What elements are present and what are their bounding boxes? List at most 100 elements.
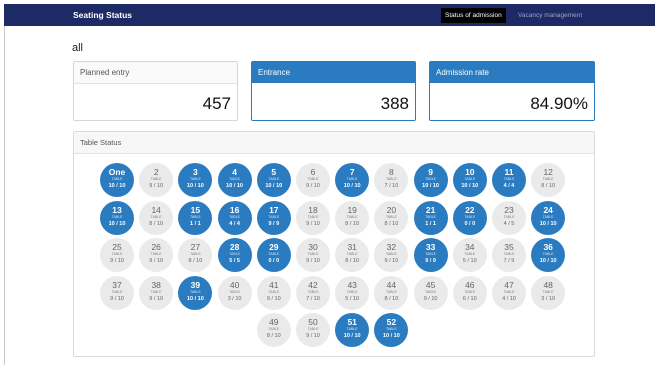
table-number: 26 (151, 242, 161, 252)
table-occupancy: 1 / 1 (190, 220, 201, 227)
table-number: 22 (465, 204, 475, 215)
table-seat[interactable]: 14 TABLE 8 / 10 (139, 200, 174, 235)
admission-rate-label: Admission rate (430, 62, 594, 83)
table-seat[interactable]: 22 TABLE 0 / 0 (452, 200, 487, 235)
table-occupancy: 10 / 10 (265, 183, 283, 189)
table-number: 30 (308, 242, 318, 252)
tab-vacancy-management[interactable]: Vacancy management (514, 8, 586, 23)
table-seat[interactable]: 41 TABLE 9 / 10 (256, 275, 291, 310)
table-occupancy: 9 / 10 (423, 295, 438, 302)
admission-rate-value: 84.90% (530, 94, 588, 113)
table-occupancy: 8 / 10 (384, 220, 399, 227)
table-seat[interactable]: 43 TABLE 5 / 10 (335, 275, 370, 310)
table-occupancy: 9 / 10 (149, 183, 164, 189)
table-number: 12 (543, 167, 553, 177)
table-seat[interactable]: 26 TABLE 9 / 10 (139, 238, 174, 272)
table-seat[interactable]: 37 TABLE 9 / 10 (100, 275, 134, 310)
table-tag: TABLE (307, 177, 319, 181)
table-occupancy: 9 / 10 (266, 295, 281, 302)
table-seat[interactable]: 2 TABLE 9 / 10 (139, 163, 174, 197)
table-seat[interactable]: 50 TABLE 9 / 10 (296, 313, 330, 347)
table-seat[interactable]: 21 TABLE 1 / 1 (413, 200, 448, 235)
table-number: 19 (347, 204, 357, 215)
table-occupancy: 9 / 10 (306, 183, 320, 189)
table-number: 2 (153, 167, 159, 177)
table-seat[interactable]: 9 TABLE 10 / 10 (413, 163, 448, 197)
table-number: 16 (229, 204, 240, 215)
table-seat[interactable]: 36 TABLE 10 / 10 (531, 238, 566, 272)
table-seat[interactable]: 33 TABLE 9 / 9 (413, 238, 448, 272)
table-tag: TABLE (503, 289, 515, 294)
table-seat[interactable]: 8 TABLE 7 / 10 (374, 163, 409, 197)
table-number: 52 (386, 317, 397, 327)
table-seat[interactable]: 39 TABLE 10 / 10 (178, 275, 213, 310)
table-seat[interactable]: 20 TABLE 8 / 10 (374, 200, 409, 235)
table-seat[interactable]: 13 TABLE 10 / 10 (100, 200, 134, 235)
table-number: 17 (269, 204, 279, 215)
table-seat[interactable]: 40 TABLE 3 / 10 (217, 275, 252, 310)
table-number: 21 (425, 204, 436, 215)
table-seat[interactable]: 44 TABLE 8 / 10 (374, 275, 409, 310)
table-tag: TABLE (385, 327, 397, 331)
table-seat[interactable]: 32 TABLE 9 / 10 (374, 238, 409, 272)
table-number: 18 (308, 204, 318, 215)
table-number: 36 (543, 242, 553, 252)
table-tag: TABLE (464, 289, 476, 294)
table-seat[interactable]: 49 TABLE 8 / 10 (256, 313, 291, 347)
table-occupancy: 10 / 10 (226, 183, 243, 189)
table-seat[interactable]: 28 TABLE 5 / 5 (217, 238, 252, 272)
table-seat[interactable]: 19 TABLE 8 / 10 (335, 200, 370, 235)
table-seat[interactable]: 31 TABLE 8 / 10 (335, 238, 370, 272)
table-seat[interactable]: 45 TABLE 9 / 10 (413, 275, 448, 310)
table-seat[interactable]: 6 TABLE 9 / 10 (296, 163, 330, 197)
table-seat[interactable]: 27 TABLE 8 / 10 (178, 238, 213, 272)
table-number: 41 (269, 279, 279, 290)
table-tag: TABLE (229, 177, 240, 181)
table-number: 43 (347, 279, 357, 290)
table-tag: TABLE (542, 252, 554, 256)
table-number: 10 (465, 167, 475, 177)
table-occupancy: 10 / 10 (343, 183, 361, 189)
table-occupancy: 9 / 10 (306, 220, 320, 227)
table-seat[interactable]: 15 TABLE 1 / 1 (178, 200, 213, 235)
table-seat[interactable]: 25 TABLE 9 / 10 (100, 238, 134, 272)
table-seat[interactable]: 11 TABLE 4 / 4 (492, 163, 526, 197)
table-seat[interactable]: 3 TABLE 10 / 10 (178, 163, 213, 197)
table-seat[interactable]: 24 TABLE 10 / 10 (531, 200, 566, 235)
table-number: 6 (310, 167, 316, 177)
table-seat[interactable]: 10 TABLE 10 / 10 (452, 163, 487, 197)
table-tag: TABLE (268, 252, 280, 256)
table-number: 5 (271, 167, 277, 177)
table-number: 3 (193, 167, 198, 177)
table-occupancy: 10 / 10 (186, 183, 204, 189)
table-seat[interactable]: 52 TABLE 10 / 10 (374, 313, 409, 347)
table-seat[interactable]: 38 TABLE 9 / 10 (139, 275, 174, 310)
table-occupancy: 5 / 10 (462, 258, 477, 264)
table-seat[interactable]: 12 TABLE 8 / 10 (531, 163, 566, 197)
table-seat[interactable]: 48 TABLE 3 / 10 (531, 275, 566, 310)
table-seat[interactable]: 42 TABLE 7 / 10 (296, 275, 330, 310)
table-occupancy: 3 / 10 (227, 295, 242, 302)
table-seat[interactable]: 18 TABLE 9 / 10 (296, 200, 330, 235)
table-seat[interactable]: 7 TABLE 10 / 10 (335, 163, 370, 197)
table-seat[interactable]: One TABLE 10 / 10 (100, 163, 134, 197)
table-seat[interactable]: 46 TABLE 6 / 10 (452, 275, 487, 310)
table-seat[interactable]: 51 TABLE 10 / 10 (335, 313, 370, 347)
table-tag: TABLE (425, 289, 436, 294)
table-seat[interactable]: 29 TABLE 0 / 0 (256, 238, 291, 272)
table-seat[interactable]: 16 TABLE 4 / 4 (217, 200, 252, 235)
table-number: 35 (504, 242, 514, 252)
table-tag: TABLE (189, 252, 201, 256)
table-seat[interactable]: 5 TABLE 10 / 10 (256, 163, 291, 197)
table-tag: TABLE (189, 214, 201, 219)
table-seat[interactable]: 17 TABLE 9 / 9 (256, 200, 291, 235)
table-seat[interactable]: 30 TABLE 9 / 10 (296, 238, 330, 272)
table-seat[interactable]: 34 TABLE 5 / 10 (452, 238, 487, 272)
table-seat[interactable]: 23 TABLE 4 / 5 (492, 200, 526, 235)
table-seat[interactable]: 35 TABLE 7 / 9 (492, 238, 526, 272)
table-seat[interactable]: 47 TABLE 4 / 10 (492, 275, 526, 310)
table-tag: TABLE (189, 289, 201, 294)
table-seat[interactable]: 4 TABLE 10 / 10 (217, 163, 252, 197)
tab-status-of-admission[interactable]: Status of admission (441, 8, 506, 23)
table-tag: TABLE (268, 214, 280, 219)
